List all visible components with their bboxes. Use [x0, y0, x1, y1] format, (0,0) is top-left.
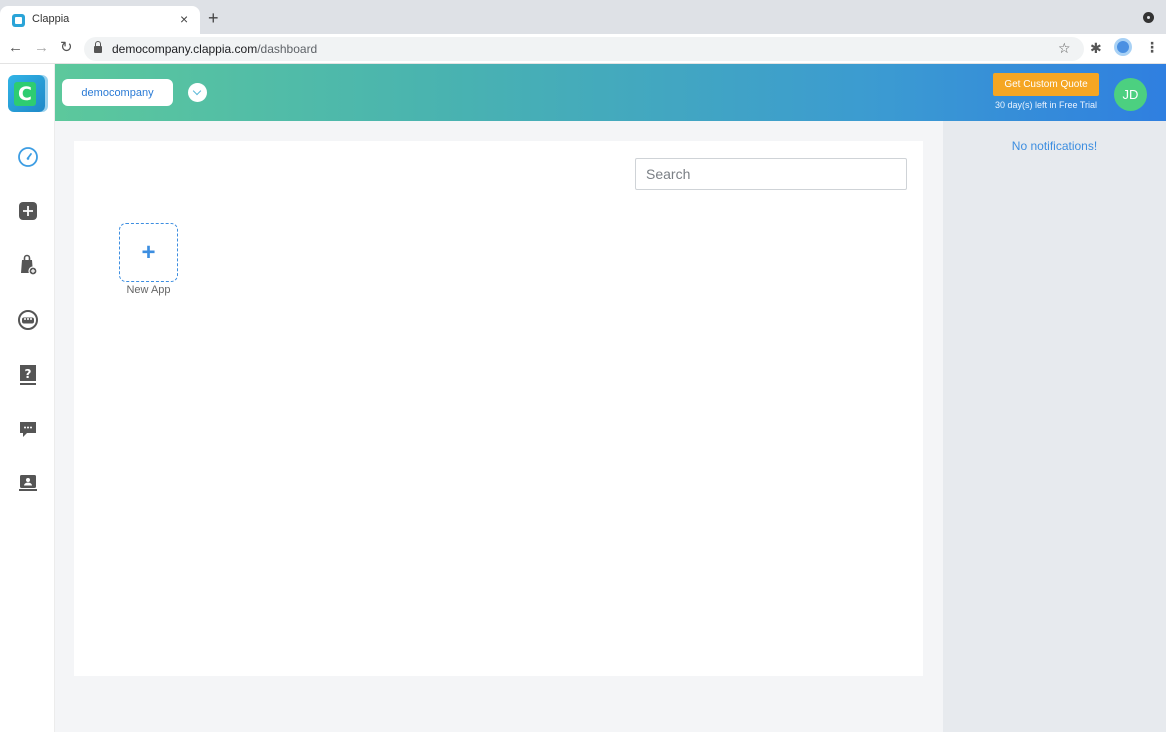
clappia-logo[interactable]: [8, 75, 45, 112]
tab-title: Clappia: [32, 13, 70, 25]
new-app-button[interactable]: +: [119, 223, 178, 282]
browser-menu-icon[interactable]: ⋮: [1145, 39, 1159, 56]
notifications-panel: No notifications!: [943, 121, 1166, 732]
new-app-label: New App: [126, 284, 171, 296]
address-bar[interactable]: democompany.clappia.com/dashboard: [84, 37, 1084, 61]
add-app-icon[interactable]: [17, 200, 39, 222]
apps-card: [74, 141, 923, 676]
users-group-icon[interactable]: [17, 309, 39, 331]
bookmark-star-icon[interactable]: ☆: [1058, 40, 1071, 57]
app-header: democompany Get Custom Quote 30 day(s) l…: [55, 64, 1166, 121]
avatar[interactable]: JD: [1114, 78, 1147, 111]
extension-icon[interactable]: [1114, 38, 1132, 56]
forward-icon[interactable]: →: [34, 40, 49, 56]
search-input[interactable]: [635, 158, 907, 190]
browser-profile-icon[interactable]: [1143, 12, 1154, 23]
back-icon[interactable]: ←: [8, 40, 23, 56]
browser-toolbar: ← → ↻ democompany.clappia.com/dashboard …: [0, 34, 1166, 64]
marketplace-bag-icon[interactable]: [17, 254, 39, 276]
clappia-favicon-icon: [12, 14, 25, 27]
help-book-icon[interactable]: ?: [17, 364, 39, 386]
chevron-down-icon[interactable]: [188, 83, 207, 102]
reload-icon[interactable]: ↻: [60, 40, 73, 56]
get-custom-quote-button[interactable]: Get Custom Quote: [993, 73, 1099, 96]
tab-close-icon[interactable]: ×: [180, 11, 188, 27]
lock-icon: [94, 41, 102, 53]
company-selector[interactable]: democompany: [62, 79, 173, 106]
extensions-puzzle-icon[interactable]: ✱: [1090, 40, 1102, 57]
new-tab-button[interactable]: +: [208, 9, 219, 27]
account-icon[interactable]: [17, 472, 39, 494]
no-notifications-text: No notifications!: [1011, 139, 1098, 153]
dashboard-gauge-icon[interactable]: [17, 146, 39, 168]
app-sidebar: ?: [0, 64, 55, 732]
url-text: democompany.clappia.com/dashboard: [112, 42, 318, 56]
browser-tab[interactable]: Clappia ×: [0, 6, 200, 34]
browser-tab-bar: Clappia × +: [0, 0, 1166, 34]
trial-status-text: 30 day(s) left in Free Trial: [994, 100, 1098, 110]
svg-text:?: ?: [25, 367, 32, 381]
chat-icon[interactable]: [17, 418, 39, 440]
